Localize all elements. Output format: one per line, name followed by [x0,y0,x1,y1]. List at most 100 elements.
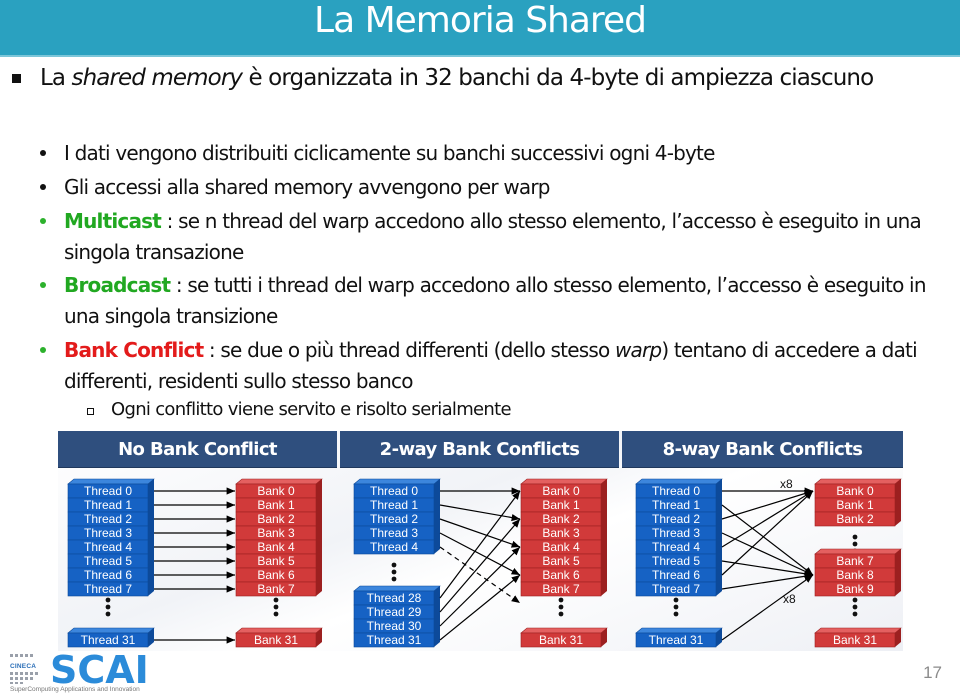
round-bullet-icon [40,150,46,156]
ellipsis-dot [273,611,279,617]
ellipsis-dot [558,611,564,617]
ellipsis-dot [391,562,397,568]
bullet-sub-2: Gli accessi alla shared memory avvengono… [40,172,944,203]
bullet-text: La [40,65,72,91]
bullet-text: : se tutti i thread del warp accedono al… [64,273,927,328]
bank-label: Bank 7 [836,554,874,568]
bank-label: Bank 2 [257,512,295,526]
ellipsis-dot [105,611,111,617]
bullet-text: I dati vengono distribuiti ciclicamente … [64,141,715,165]
ellipsis-dot [852,611,858,617]
thread-label: Thread 1 [84,498,132,512]
round-bullet-icon [40,184,46,190]
thread-label: Thread 5 [84,554,132,568]
bank-label: Bank 0 [836,484,874,498]
slide-title: La Memoria Shared [314,0,647,41]
bullet-italic-text: warp [614,338,662,362]
mapping-arrow [721,574,814,641]
thread-label: Thread 4 [370,540,418,554]
ellipsis-dot [273,604,279,610]
panel-header-2-way: 2-way Bank Conflicts [340,431,619,468]
ellipsis-dot [391,569,397,575]
panel-header-no-conflict: No Bank Conflict [58,431,337,468]
bullet-sub-bank-conflict: Bank Conflict : se due o più thread diff… [40,335,944,397]
mapping-arrow [721,504,814,576]
bank-label: Bank 9 [836,582,874,596]
mapping-arrow [721,490,814,576]
round-bullet-icon [40,218,46,224]
thread-stack-side [434,479,440,554]
diagram-canvas: Thread 0Thread 1Thread 2Thread 3Thread 4… [67,477,902,648]
title-bar: La Memoria Shared [0,0,960,57]
thread-label: Thread 29 [367,605,422,619]
bank-label: Bank 1 [257,498,295,512]
bank-label: Bank 5 [542,554,580,568]
mapping-arrow [439,532,521,576]
mapping-arrow [721,560,814,578]
thread-label: Thread 31 [649,633,704,647]
ellipsis-dot [105,597,111,603]
ellipsis-dot [852,597,858,603]
ellipsis-dot [558,604,564,610]
ellipsis-dot [391,576,397,582]
bullet-italic-text: shared memory [71,65,243,91]
bank-stack-side [601,479,607,596]
bank-label: Bank 3 [257,526,295,540]
thread-label: Thread 28 [367,591,422,605]
bank-label: Bank 7 [542,582,580,596]
thread-label: Thread 4 [84,540,132,554]
ellipsis-dot [852,541,858,547]
bank-stack-side [316,479,322,596]
thread-stack-side [148,479,154,596]
thread-label: Thread 3 [84,526,132,540]
thread-label: Thread 30 [367,619,422,633]
thread-label: Thread 2 [370,512,418,526]
mapping-arrow [721,572,814,590]
multiplier-label: x8 [780,477,793,491]
thread-label: Thread 31 [81,633,136,647]
bank-label: Bank 1 [836,498,874,512]
bank-label: Bank 7 [257,582,295,596]
thread-label: Thread 7 [84,582,132,596]
thread-label: Thread 0 [84,484,132,498]
scai-subtitle: SuperComputing Applications and Innovati… [10,686,140,693]
bank-label: Bank 3 [542,526,580,540]
bank-label: Bank 2 [836,512,874,526]
thread-label: Thread 3 [652,526,700,540]
keyword-multicast: Multicast [64,209,162,233]
bank-stack-side [895,549,901,596]
bullet-text: : se n thread del warp accedono allo ste… [64,209,922,264]
thread-label: Thread 3 [370,526,418,540]
bank-label: Bank 1 [542,498,580,512]
thread-label: Thread 6 [84,568,132,582]
thread-stack-side [716,479,722,596]
thread-label: Thread 2 [84,512,132,526]
bank-label: Bank 4 [542,540,580,554]
bank-conflict-diagram: No Bank Conflict 2-way Bank Conflicts 8-… [58,431,903,651]
thread-label: Thread 1 [652,498,700,512]
bullet-main: La shared memory è organizzata in 32 ban… [12,62,945,94]
ellipsis-dot [673,611,679,617]
thread-label: Thread 0 [370,484,418,498]
bank-label: Bank 0 [542,484,580,498]
bank-label: Bank 8 [836,568,874,582]
ellipsis-dot [273,597,279,603]
bullet-text: : se due o più thread differenti (dello … [203,338,615,362]
thread-label: Thread 31 [367,633,422,647]
bank-label: Bank 0 [257,484,295,498]
bank-label: Bank 31 [254,633,298,647]
keyword-broadcast: Broadcast [64,273,171,297]
bullet-text: è organizzata in 32 banchi da 4-byte di … [242,65,875,91]
bullet-subsub-1: Ogni conflitto viene servito e risolto s… [87,397,911,423]
thread-label: Thread 7 [652,582,700,596]
bank-label: Bank 31 [833,633,877,647]
thread-label: Thread 6 [652,568,700,582]
ellipsis-dot [852,534,858,540]
thread-label: Thread 0 [652,484,700,498]
bank-stack-side [895,479,901,526]
bullet-text: Ogni conflitto viene servito e risolto s… [111,399,512,420]
thread-label: Thread 4 [652,540,700,554]
ellipsis-dot [558,597,564,603]
bank-label: Bank 6 [542,568,580,582]
bullet-sub-broadcast: Broadcast : se tutti i thread del warp a… [40,270,944,332]
